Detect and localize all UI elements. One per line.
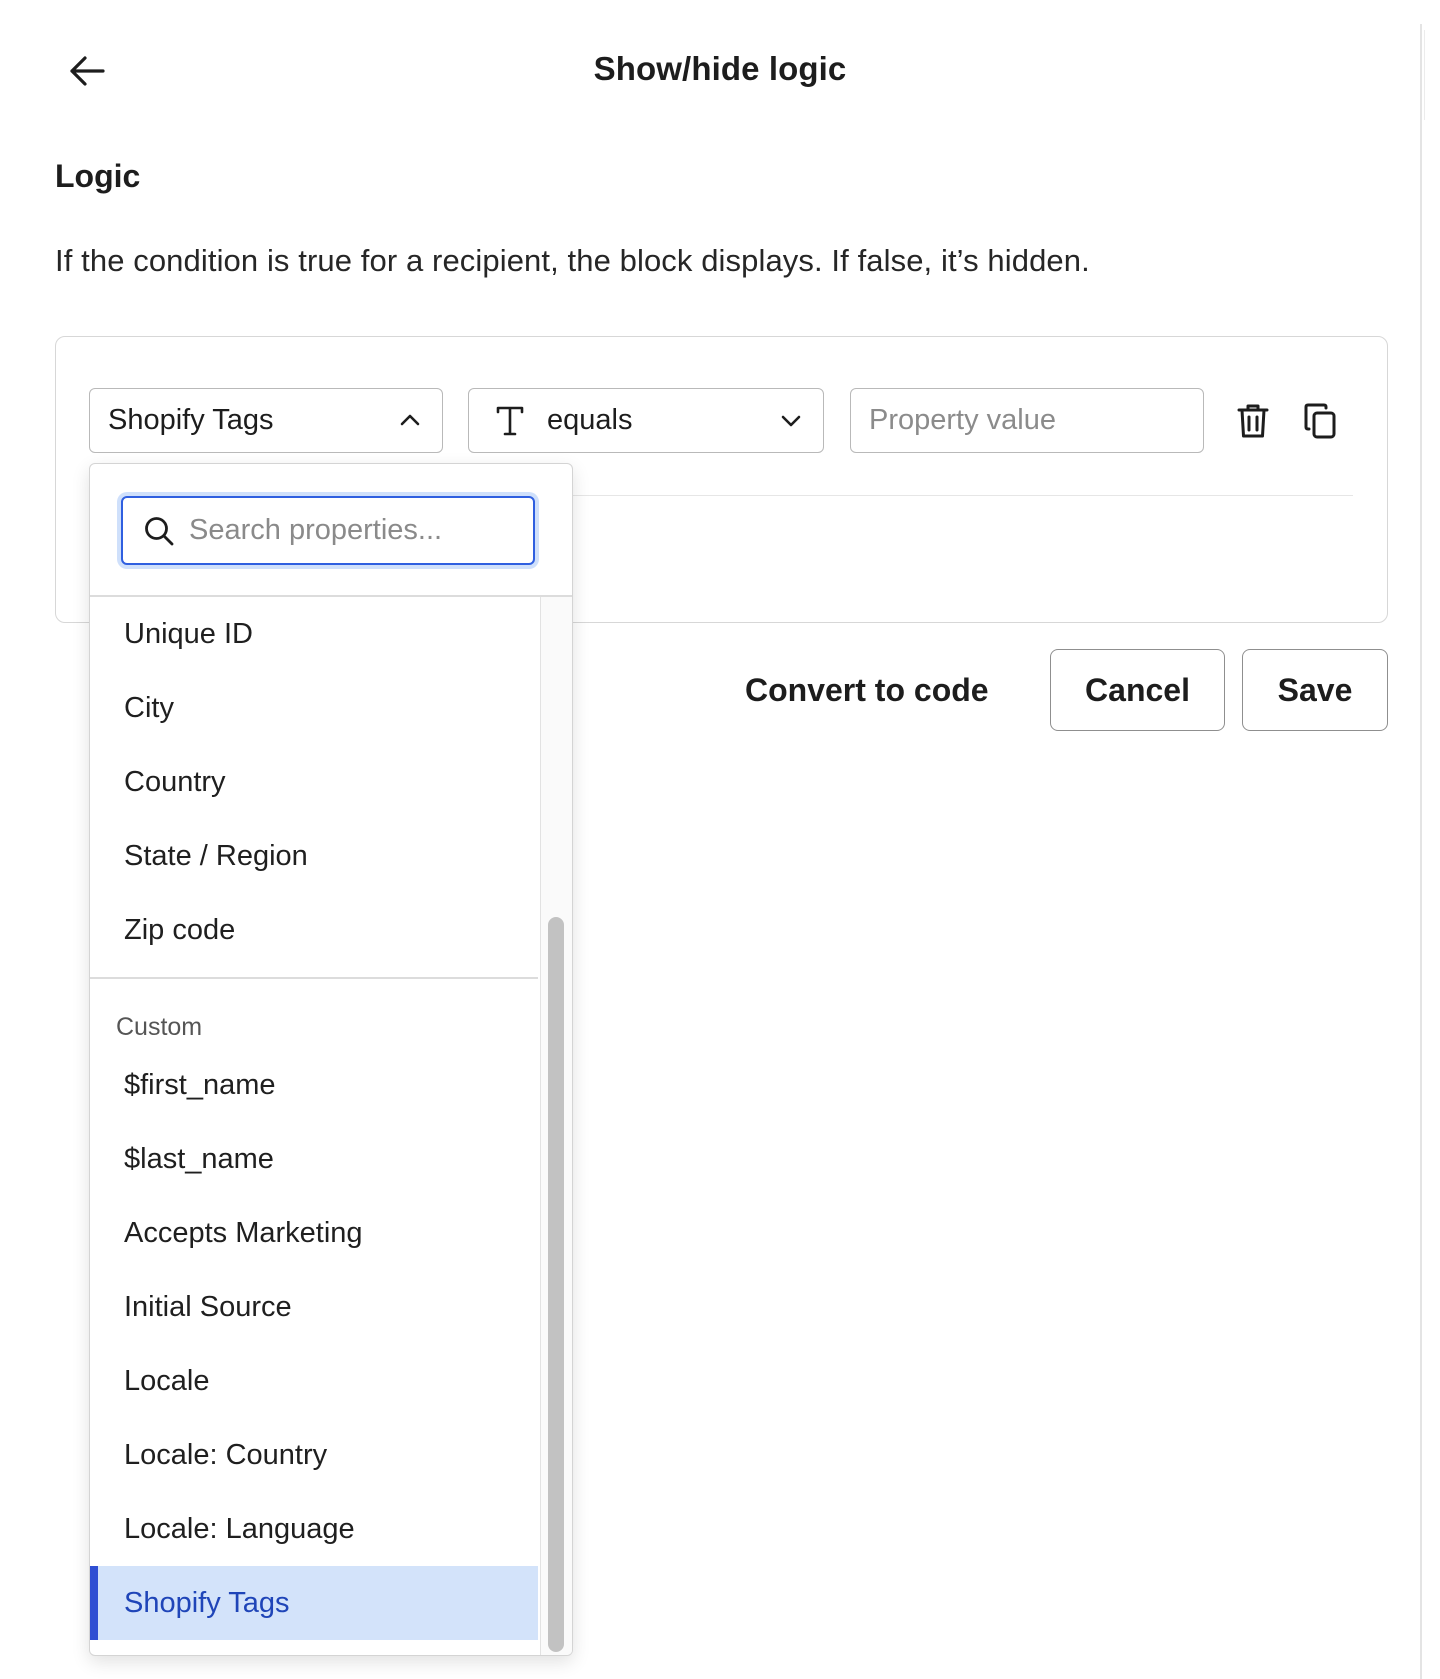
show-hide-logic-panel: Show/hide logic Logic If the condition i…	[0, 0, 1440, 1679]
operator-select[interactable]: equals	[468, 388, 824, 453]
search-focus-ring	[117, 492, 566, 569]
page-title: Show/hide logic	[593, 50, 847, 87]
property-dropdown: Unique ID City Country State / Region Zi…	[89, 463, 573, 1656]
property-value-field[interactable]	[850, 388, 1204, 453]
save-button[interactable]: Save	[1242, 649, 1388, 731]
property-select[interactable]: Shopify Tags	[89, 388, 443, 453]
search-icon	[143, 514, 175, 548]
list-item-country[interactable]: Country	[90, 745, 538, 819]
list-item-city[interactable]: City	[90, 671, 538, 745]
logic-description: If the condition is true for a recipient…	[55, 243, 1090, 278]
property-value-input[interactable]	[869, 389, 1185, 452]
list-item-locale[interactable]: Locale	[90, 1344, 538, 1418]
list-item-unique-id[interactable]: Unique ID	[90, 597, 538, 671]
search-field[interactable]	[121, 496, 566, 565]
dropdown-scrollbar[interactable]	[540, 597, 572, 1655]
list-item-shopify-tags[interactable]: Shopify Tags	[90, 1566, 538, 1640]
trash-icon	[1237, 404, 1269, 438]
search-properties-input[interactable]	[189, 498, 566, 563]
chevron-up-icon	[400, 414, 420, 426]
custom-group-label: Custom	[116, 1013, 203, 1041]
group-divider	[90, 977, 538, 979]
list-item-zip-code[interactable]: Zip code	[90, 893, 538, 967]
text-type-icon	[493, 403, 527, 439]
property-list: Unique ID City Country State / Region Zi…	[90, 597, 538, 1655]
scrollbar-thumb[interactable]	[548, 917, 564, 1652]
list-item-locale-language[interactable]: Locale: Language	[90, 1492, 538, 1566]
list-item-accepts-marketing[interactable]: Accepts Marketing	[90, 1196, 538, 1270]
delete-condition-button[interactable]	[1229, 397, 1277, 445]
operator-select-value: equals	[547, 404, 633, 436]
list-item-last-name[interactable]: $last_name	[90, 1122, 538, 1196]
convert-to-code-button[interactable]: Convert to code	[745, 660, 989, 720]
list-item-first-name[interactable]: $first_name	[90, 1048, 538, 1122]
list-item-state-region[interactable]: State / Region	[90, 819, 538, 893]
copy-icon	[1304, 403, 1336, 439]
list-item-initial-source[interactable]: Initial Source	[90, 1270, 538, 1344]
duplicate-condition-button[interactable]	[1296, 397, 1344, 445]
cancel-button[interactable]: Cancel	[1050, 649, 1225, 731]
property-select-value: Shopify Tags	[108, 404, 274, 436]
panel-edge-divider	[1420, 24, 1422, 1679]
logic-heading: Logic	[55, 158, 141, 194]
chevron-down-icon	[781, 415, 801, 427]
list-item-locale-country[interactable]: Locale: Country	[90, 1418, 538, 1492]
